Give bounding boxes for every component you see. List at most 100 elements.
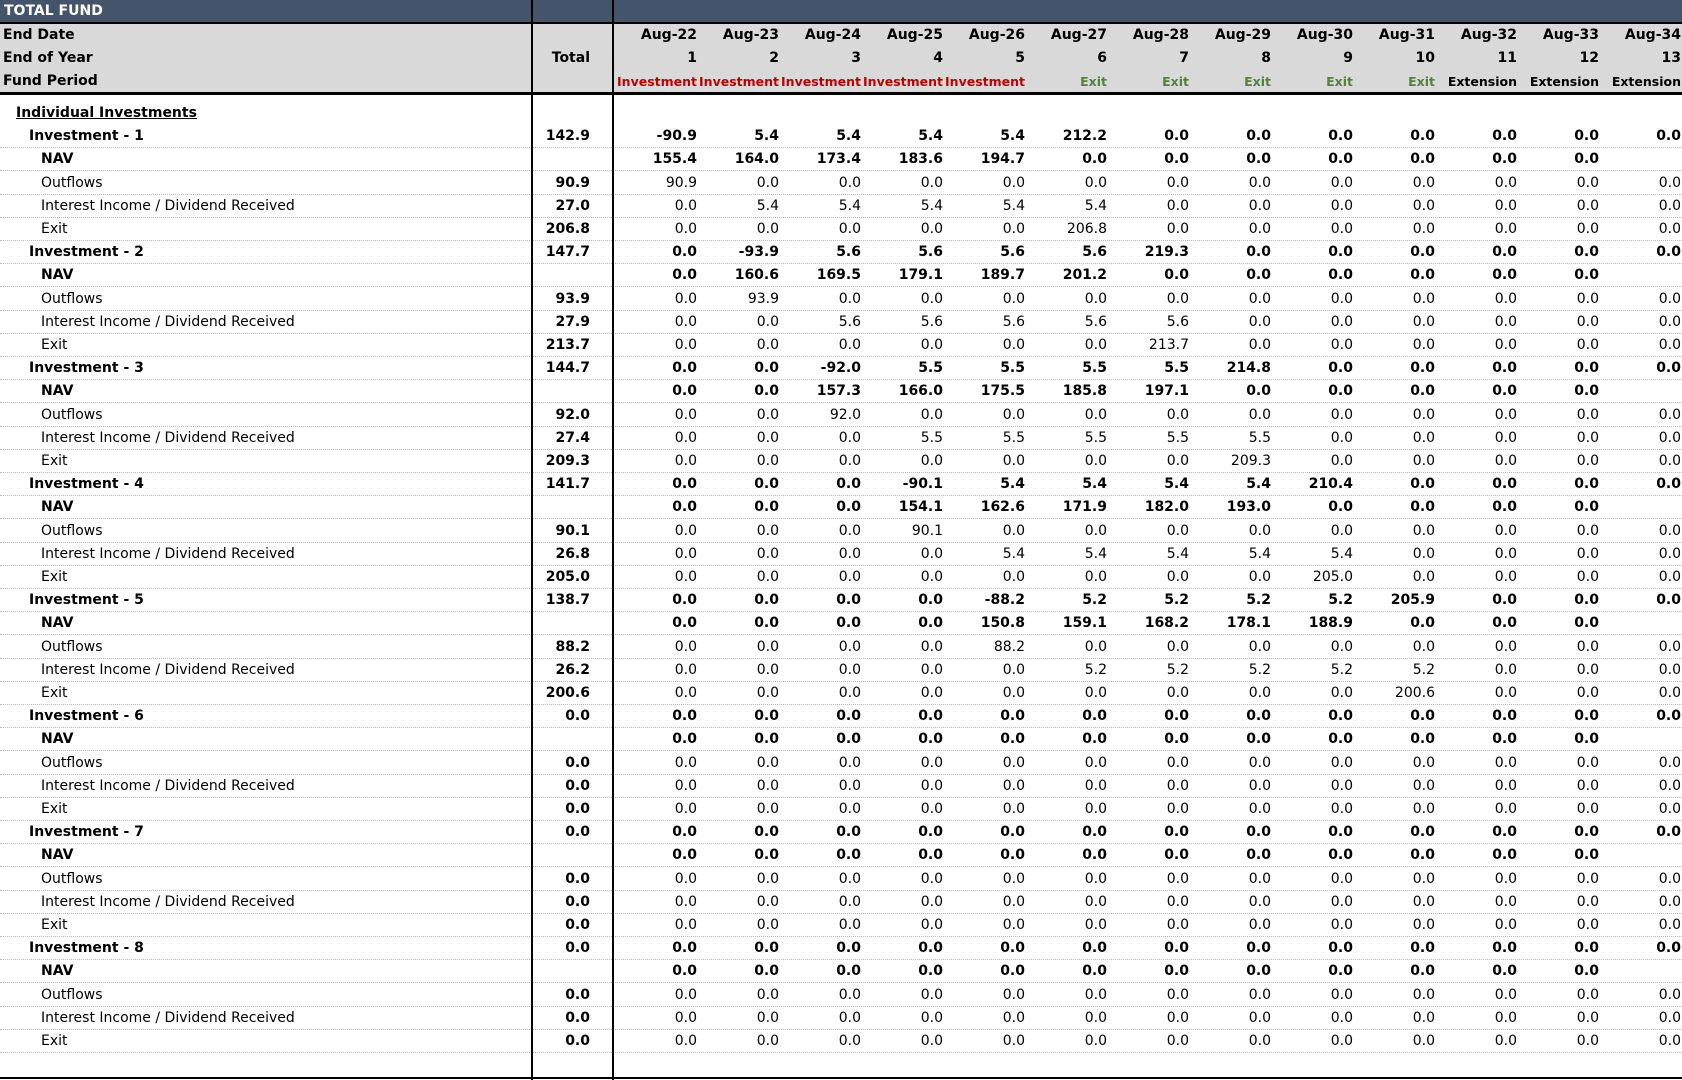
investment-cell[interactable]: 0.0: [1361, 473, 1435, 496]
income-cell[interactable]: 0.0: [1115, 1007, 1189, 1030]
investment-cell[interactable]: 0.0: [1279, 125, 1353, 148]
income-cell[interactable]: 0.0: [1033, 1007, 1107, 1030]
nav-cell[interactable]: 0.0: [1033, 844, 1107, 867]
investment-cell[interactable]: 5.2: [1279, 589, 1353, 612]
nav-cell[interactable]: 0.0: [869, 728, 943, 751]
outflows-cell[interactable]: 0.0: [951, 404, 1025, 427]
exit-cell[interactable]: 0.0: [1361, 914, 1435, 937]
nav-cell[interactable]: 0.0: [1197, 960, 1271, 983]
outflows-cell[interactable]: 0.0: [623, 288, 697, 311]
nav-row[interactable]: NAV 0.0 0.0 0.0 0.0 0.0 0.0 0.0 0.0 0.0 0.0 0.0 0.0: [0, 844, 1682, 868]
investment-cell[interactable]: 0.0: [787, 937, 861, 960]
nav-cell[interactable]: 0.0: [951, 728, 1025, 751]
investment-cell[interactable]: -93.9: [705, 241, 779, 264]
investment-cell[interactable]: 0.0: [1525, 125, 1599, 148]
income-cell[interactable]: 0.0: [1033, 775, 1107, 798]
nav-cell[interactable]: 0.0: [1525, 844, 1599, 867]
income-cell[interactable]: 0.0: [705, 775, 779, 798]
nav-cell[interactable]: 0.0: [623, 380, 697, 403]
outflows-cell[interactable]: 0.0: [1361, 288, 1435, 311]
exit-cell[interactable]: 0.0: [1443, 682, 1517, 705]
income-row[interactable]: Interest Income / Dividend Received 27.0 0…: [0, 195, 1682, 218]
outflows-cell[interactable]: 0.0: [951, 984, 1025, 1007]
investment-cell[interactable]: 0.0: [623, 241, 697, 264]
outflows-row[interactable]: Outflows 0.0 0.0 0.0 0.0 0.0 0.0 0.0 0.0 0.0 0.0 0.…: [0, 984, 1682, 1007]
investment-cell[interactable]: 5.2: [1115, 589, 1189, 612]
nav-cell[interactable]: 0.0: [623, 844, 697, 867]
outflows-row[interactable]: Outflows 92.0 0.0 0.0 92.0 0.0 0.0 0.0 0.0 0.0 0.0…: [0, 404, 1682, 427]
outflows-cell[interactable]: 0.0: [1361, 636, 1435, 659]
outflows-cell[interactable]: 0.0: [1115, 288, 1189, 311]
exit-cell[interactable]: 0.0: [1443, 334, 1517, 357]
investment-cell[interactable]: 0.0: [1361, 125, 1435, 148]
income-cell[interactable]: 0.0: [1525, 1007, 1599, 1030]
nav-cell[interactable]: 0.0: [1115, 148, 1189, 171]
exit-total[interactable]: 0.0: [516, 1030, 590, 1053]
exit-row[interactable]: Exit 0.0 0.0 0.0 0.0 0.0 0.0 0.0 0.0 0.0 0.0 0.0 0.0…: [0, 798, 1682, 821]
income-cell[interactable]: 5.4: [1115, 543, 1189, 566]
exit-cell[interactable]: 0.0: [705, 1030, 779, 1053]
outflows-cell[interactable]: 0.0: [869, 868, 943, 891]
investment-cell[interactable]: 0.0: [951, 937, 1025, 960]
investment-cell[interactable]: 0.0: [1443, 589, 1517, 612]
investment-cell[interactable]: 0.0: [1443, 125, 1517, 148]
income-cell[interactable]: 0.0: [869, 543, 943, 566]
income-cell[interactable]: 5.2: [1197, 659, 1271, 682]
investment-cell[interactable]: 0.0: [1279, 241, 1353, 264]
outflows-cell[interactable]: 0.0: [1197, 868, 1271, 891]
nav-row[interactable]: NAV 0.0 0.0 0.0 154.1 162.6 171.9 182.0 193.0 0.0…: [0, 496, 1682, 520]
exit-row[interactable]: Exit 0.0 0.0 0.0 0.0 0.0 0.0 0.0 0.0 0.0 0.0 0.0 0.0…: [0, 914, 1682, 937]
outflows-cell[interactable]: 0.0: [1525, 868, 1599, 891]
outflows-cell[interactable]: 0.0: [951, 752, 1025, 775]
nav-cell[interactable]: 0.0: [1361, 960, 1435, 983]
outflows-cell[interactable]: 0.0: [1115, 404, 1189, 427]
investment-cell[interactable]: 0.0: [1115, 125, 1189, 148]
outflows-cell[interactable]: 0.0: [1361, 984, 1435, 1007]
income-cell[interactable]: 5.5: [1033, 427, 1107, 450]
outflows-cell[interactable]: 0.0: [1197, 984, 1271, 1007]
investment-cell[interactable]: 5.4: [869, 125, 943, 148]
exit-cell[interactable]: 0.0: [1115, 450, 1189, 473]
income-cell[interactable]: 5.2: [1033, 659, 1107, 682]
income-cell[interactable]: 0.0: [1361, 1007, 1435, 1030]
income-cell[interactable]: 0.0: [787, 543, 861, 566]
nav-cell[interactable]: 0.0: [951, 844, 1025, 867]
outflows-cell[interactable]: 0.0: [705, 404, 779, 427]
investment-cell[interactable]: 0.0: [1361, 241, 1435, 264]
outflows-cell[interactable]: 0.0: [787, 520, 861, 543]
income-row[interactable]: Interest Income / Dividend Received 0.0 0.…: [0, 1007, 1682, 1030]
outflows-total[interactable]: 88.2: [516, 636, 590, 659]
investment-cell[interactable]: 212.2: [1033, 125, 1107, 148]
investment-cell[interactable]: 205.9: [1361, 589, 1435, 612]
outflows-cell[interactable]: 0.0: [869, 636, 943, 659]
outflows-cell[interactable]: 0.0: [1279, 984, 1353, 1007]
outflows-cell[interactable]: 0.0: [705, 868, 779, 891]
nav-cell[interactable]: 166.0: [869, 380, 943, 403]
exit-cell[interactable]: 0.0: [1607, 798, 1681, 821]
nav-cell[interactable]: 0.0: [1197, 728, 1271, 751]
income-cell[interactable]: 0.0: [705, 1007, 779, 1030]
outflows-total[interactable]: 0.0: [516, 752, 590, 775]
nav-row[interactable]: NAV 0.0 0.0 157.3 166.0 175.5 185.8 197.1 0.0 0.0…: [0, 380, 1682, 404]
income-cell[interactable]: 0.0: [1525, 659, 1599, 682]
nav-cell[interactable]: 0.0: [1279, 148, 1353, 171]
outflows-cell[interactable]: 0.0: [1443, 520, 1517, 543]
nav-cell[interactable]: 0.0: [1197, 380, 1271, 403]
exit-total[interactable]: 209.3: [516, 450, 590, 473]
outflows-cell[interactable]: 0.0: [1607, 636, 1681, 659]
investment-total[interactable]: 147.7: [516, 241, 590, 264]
exit-cell[interactable]: 0.0: [1115, 566, 1189, 589]
income-cell[interactable]: 5.2: [1279, 659, 1353, 682]
investment-cell[interactable]: 0.0: [1279, 821, 1353, 844]
outflows-cell[interactable]: 0.0: [1443, 288, 1517, 311]
nav-cell[interactable]: 0.0: [951, 960, 1025, 983]
investment-total[interactable]: 142.9: [516, 125, 590, 148]
exit-cell[interactable]: 0.0: [1279, 798, 1353, 821]
income-cell[interactable]: 0.0: [1361, 543, 1435, 566]
investment-cell[interactable]: 5.4: [1197, 473, 1271, 496]
investment-cell[interactable]: 5.4: [1115, 473, 1189, 496]
outflows-row[interactable]: Outflows 0.0 0.0 0.0 0.0 0.0 0.0 0.0 0.0 0.0 0.0 0.…: [0, 868, 1682, 891]
exit-cell[interactable]: 0.0: [951, 566, 1025, 589]
income-cell[interactable]: 5.6: [951, 311, 1025, 334]
income-cell[interactable]: 0.0: [951, 659, 1025, 682]
